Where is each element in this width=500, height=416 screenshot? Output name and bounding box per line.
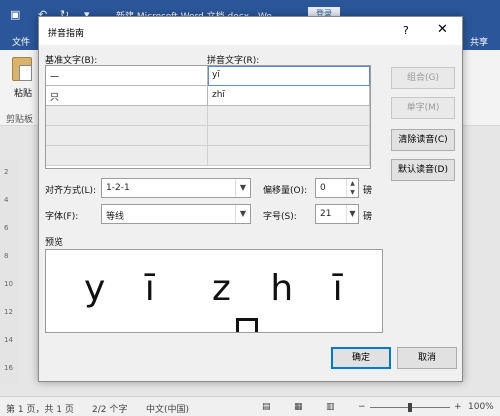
- preview-label: 预览: [45, 238, 64, 248]
- ruler-mark: 12: [4, 308, 13, 316]
- ruby-text-field: [208, 146, 370, 166]
- ruler-mark: 6: [4, 224, 9, 232]
- ruby-text-field[interactable]: yī: [208, 66, 370, 86]
- close-icon[interactable]: ✕: [437, 22, 448, 37]
- group-button[interactable]: 组合(G): [391, 67, 455, 89]
- size-select[interactable]: 21 ▼: [315, 204, 359, 224]
- offset-spinner[interactable]: 0 ▲ ▼: [315, 178, 359, 198]
- chevron-down-icon[interactable]: ▼: [235, 205, 250, 223]
- font-label: 字体(F):: [45, 212, 79, 222]
- clear-reading-button[interactable]: 清除读音(C): [391, 129, 455, 151]
- ruler-mark: 10: [4, 280, 13, 288]
- mono-button[interactable]: 单字(M): [391, 97, 455, 119]
- size-unit: 磅: [363, 212, 373, 222]
- ruby-text-field[interactable]: zhī: [208, 86, 370, 106]
- ruler-mark: 16: [4, 364, 13, 372]
- base-text-field: [46, 126, 208, 146]
- print-layout-icon[interactable]: ▦: [294, 402, 303, 412]
- ruby-text-field: [208, 106, 370, 126]
- save-icon[interactable]: ▣: [10, 8, 20, 21]
- offset-unit: 磅: [363, 186, 373, 196]
- size-label: 字号(S):: [263, 212, 297, 222]
- read-mode-icon[interactable]: ▤: [262, 402, 271, 412]
- default-reading-button[interactable]: 默认读音(D): [391, 159, 455, 181]
- dialog-title: 拼音指南: [48, 29, 85, 39]
- font-select[interactable]: 等线 ▼: [101, 204, 251, 224]
- web-layout-icon[interactable]: ▥: [326, 402, 335, 412]
- ruby-text-field: [208, 126, 370, 146]
- offset-value: 0: [320, 183, 326, 193]
- clipboard-group-label: 剪贴板: [6, 115, 34, 125]
- help-icon[interactable]: ?: [403, 24, 409, 37]
- offset-label: 偏移量(O):: [263, 186, 308, 196]
- base-text-field: [46, 106, 208, 126]
- base-text-field[interactable]: 只: [46, 86, 208, 106]
- chevron-down-icon[interactable]: ▼: [235, 179, 250, 197]
- dialog-titlebar: 拼音指南 ? ✕: [39, 17, 462, 45]
- phonetic-guide-dialog: 拼音指南 ? ✕ 基准文字(B): 拼音文字(R): 一 yī 只 zhī 组合…: [38, 16, 463, 382]
- zoom-in-icon[interactable]: +: [454, 402, 462, 412]
- tab-file[interactable]: 文件: [12, 35, 30, 48]
- preview-ruby-1: y ī: [84, 268, 169, 309]
- status-bar: 第 1 页，共 1 页 2/2 个字 中文(中国) ▤ ▦ ▥ − + 100%: [0, 396, 500, 416]
- alignment-label: 对齐方式(L):: [45, 186, 97, 196]
- vertical-ruler: 2 4 6 8 10 12 14 16: [0, 160, 18, 384]
- language-status[interactable]: 中文(中国): [146, 402, 189, 415]
- phonetic-table: 一 yī 只 zhī: [45, 65, 371, 169]
- word-count-status[interactable]: 2/2 个字: [92, 402, 127, 415]
- alignment-value: 1-2-1: [106, 183, 130, 193]
- ok-button[interactable]: 确定: [331, 347, 391, 369]
- ruler-mark: 4: [4, 196, 9, 204]
- paste-icon[interactable]: [12, 57, 32, 81]
- page-count-status[interactable]: 第 1 页，共 1 页: [6, 402, 74, 415]
- alignment-select[interactable]: 1-2-1 ▼: [101, 178, 251, 198]
- base-text-field[interactable]: 一: [46, 66, 208, 86]
- preview-box: y ī z h ī: [45, 249, 383, 333]
- ruler-mark: 14: [4, 336, 13, 344]
- share-button[interactable]: 共享: [470, 35, 488, 48]
- base-text-field: [46, 146, 208, 166]
- zoom-out-icon[interactable]: −: [358, 402, 366, 412]
- chevron-down-icon[interactable]: ▼: [346, 205, 358, 223]
- font-value: 等线: [106, 212, 125, 222]
- paste-label[interactable]: 粘贴: [14, 86, 32, 99]
- ruler-mark: 2: [4, 168, 9, 176]
- spinner-arrows-icon[interactable]: ▲ ▼: [346, 179, 358, 197]
- preview-ruby-2: z h ī: [212, 268, 357, 309]
- zoom-slider-knob[interactable]: [408, 403, 412, 412]
- zoom-level[interactable]: 100%: [468, 402, 494, 412]
- preview-base-glyph: [236, 318, 258, 332]
- ruler-mark: 8: [4, 252, 9, 260]
- cancel-button[interactable]: 取消: [397, 347, 457, 369]
- size-value: 21: [320, 209, 332, 219]
